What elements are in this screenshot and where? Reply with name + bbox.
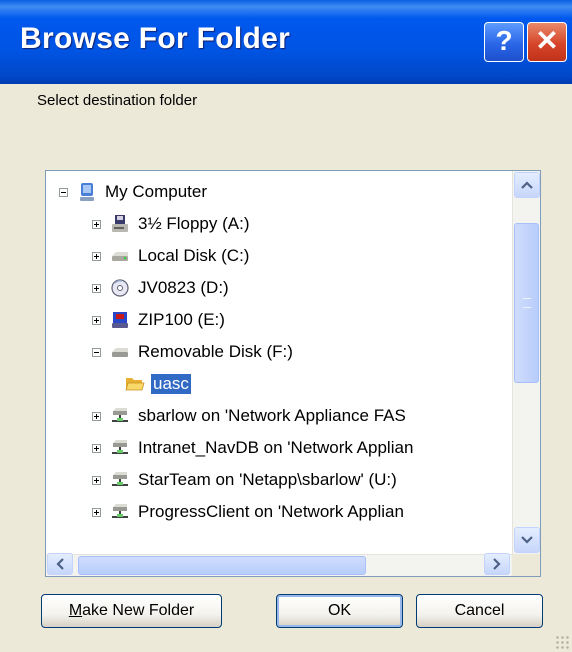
chevron-up-icon: [521, 181, 533, 189]
network-drive-icon: [110, 502, 130, 522]
cancel-button[interactable]: Cancel: [416, 594, 543, 628]
window-title: Browse For Folder: [20, 22, 291, 55]
expand-toggle[interactable]: [92, 508, 101, 517]
vertical-scrollbar[interactable]: [512, 171, 540, 554]
scroll-left-button[interactable]: [47, 553, 73, 575]
collapse-toggle[interactable]: [92, 348, 101, 357]
resize-grip[interactable]: [555, 635, 569, 649]
computer-icon: [77, 182, 97, 202]
chevron-left-icon: [56, 558, 64, 570]
expand-toggle[interactable]: [92, 476, 101, 485]
close-button[interactable]: ✕: [527, 22, 567, 62]
expand-toggle[interactable]: [92, 252, 101, 261]
close-icon: ✕: [535, 25, 559, 56]
tree-item-label: uasc: [151, 374, 191, 394]
zip-drive-icon: [110, 310, 130, 330]
floppy-drive-icon: [110, 214, 130, 234]
scroll-down-button[interactable]: [514, 527, 540, 553]
hard-disk-icon: [110, 246, 130, 266]
make-new-folder-label: ake New Folder: [82, 602, 195, 619]
chevron-right-icon: [493, 558, 501, 570]
tree-item-label: StarTeam on 'Netapp\sbarlow' (U:): [138, 470, 397, 489]
tree-item-label: My Computer: [105, 182, 208, 201]
cd-drive-icon: [110, 278, 130, 298]
network-drive-icon: [110, 406, 130, 426]
expand-toggle[interactable]: [92, 316, 101, 325]
folder-tree-rows: My Computer 3½ Floppy (A:) Local Disk (C:)…: [46, 171, 512, 554]
expand-toggle[interactable]: [92, 284, 101, 293]
tree-item-label: ProgressClient on 'Network Applian: [138, 502, 404, 521]
tree-item-label: ZIP100 (E:): [138, 310, 225, 329]
scroll-right-button[interactable]: [484, 553, 510, 575]
tree-item-label: 3½ Floppy (A:): [138, 214, 250, 233]
open-folder-icon: [125, 374, 145, 394]
folder-tree[interactable]: My Computer 3½ Floppy (A:) Local Disk (C:)…: [45, 170, 541, 577]
expand-toggle[interactable]: [92, 220, 101, 229]
tree-item-label: Removable Disk (F:): [138, 342, 293, 361]
network-drive-icon: [110, 438, 130, 458]
chevron-down-icon: [521, 536, 533, 544]
tree-item-label: Intranet_NavDB on 'Network Applian: [138, 438, 414, 457]
browse-for-folder-dialog: Browse For Folder ? ✕ Select destination…: [0, 0, 572, 652]
help-icon: ?: [495, 25, 513, 56]
make-new-folder-mnemonic: M: [68, 602, 83, 619]
scrollbar-corner: [512, 554, 540, 576]
expand-toggle[interactable]: [92, 444, 101, 453]
tree-item-label: JV0823 (D:): [138, 278, 229, 297]
title-bar[interactable]: Browse For Folder ? ✕: [0, 0, 572, 84]
make-new-folder-button[interactable]: Make New Folder: [41, 594, 222, 628]
collapse-toggle[interactable]: [59, 188, 68, 197]
ok-button[interactable]: OK: [276, 594, 403, 628]
network-drive-icon: [110, 470, 130, 490]
cancel-label: Cancel: [454, 602, 505, 619]
ok-label: OK: [327, 602, 352, 619]
expand-toggle[interactable]: [92, 412, 101, 421]
vertical-scroll-thumb[interactable]: [514, 223, 539, 383]
scroll-up-button[interactable]: [514, 172, 540, 198]
tree-item-label: sbarlow on 'Network Appliance FAS: [138, 406, 406, 425]
dialog-prompt: Select destination folder: [37, 92, 198, 109]
horizontal-scroll-thumb[interactable]: [78, 556, 366, 575]
removable-disk-icon: [110, 342, 130, 362]
horizontal-scrollbar[interactable]: [46, 553, 512, 576]
help-button[interactable]: ?: [484, 22, 524, 62]
tree-item-label: Local Disk (C:): [138, 246, 250, 265]
